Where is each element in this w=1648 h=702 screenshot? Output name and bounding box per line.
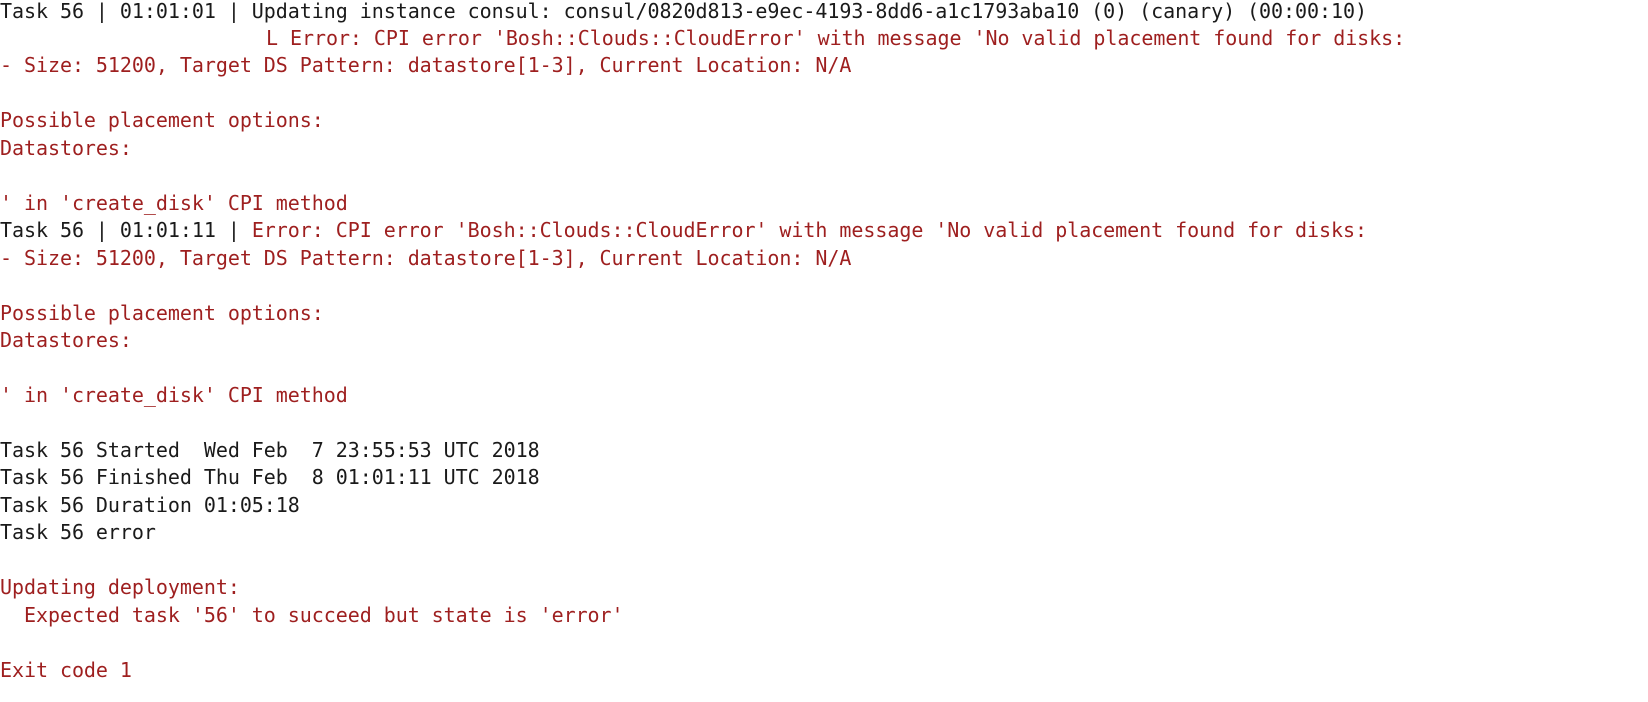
terminal-text: Task 56 | 01:01:11 | [0, 218, 252, 242]
terminal-line: Task 56 Finished Thu Feb 8 01:01:11 UTC … [0, 464, 540, 491]
terminal-text: Task 56 Duration 01:05:18 [0, 493, 300, 517]
terminal-line: Exit code 1 [0, 657, 132, 684]
terminal-error-text: L Error: CPI error 'Bosh::Clouds::CloudE… [266, 26, 1406, 50]
terminal-error-text: Updating deployment: [0, 575, 240, 599]
terminal-error-text: ' in 'create_disk' CPI method [0, 191, 348, 215]
terminal-line: Task 56 | 01:01:01 | Updating instance c… [0, 0, 1367, 25]
terminal-line: Datastores: [0, 327, 132, 354]
terminal-line: Datastores: [0, 135, 132, 162]
terminal-line: Task 56 Started Wed Feb 7 23:55:53 UTC 2… [0, 437, 540, 464]
terminal-line: Task 56 Duration 01:05:18 [0, 492, 300, 519]
terminal-text: Task 56 error [0, 520, 156, 544]
terminal-line: Task 56 error [0, 519, 156, 546]
terminal-error-text: Error: CPI error 'Bosh::Clouds::CloudErr… [251, 218, 1367, 242]
terminal-error-text: - Size: 51200, Target DS Pattern: datast… [0, 53, 852, 77]
terminal-error-text: Datastores: [0, 136, 132, 160]
terminal-line: Possible placement options: [0, 107, 324, 134]
terminal-error-text: Expected task '56' to succeed but state … [0, 603, 624, 627]
terminal-line: L Error: CPI error 'Bosh::Clouds::CloudE… [266, 25, 1405, 52]
terminal-line: Expected task '56' to succeed but state … [0, 602, 624, 629]
terminal-text: Task 56 Started Wed Feb 7 23:55:53 UTC 2… [0, 438, 540, 462]
terminal-error-text: Possible placement options: [0, 301, 324, 325]
terminal-line: Possible placement options: [0, 300, 324, 327]
terminal-line: ' in 'create_disk' CPI method [0, 382, 348, 409]
terminal-line: Task 56 | 01:01:11 | Error: CPI error 'B… [0, 217, 1367, 244]
terminal-text: Task 56 | 01:01:01 | Updating instance c… [0, 0, 1367, 23]
terminal-error-text: ' in 'create_disk' CPI method [0, 383, 348, 407]
terminal-text: Task 56 Finished Thu Feb 8 01:01:11 UTC … [0, 465, 540, 489]
terminal-error-text: Possible placement options: [0, 108, 324, 132]
terminal-error-text: - Size: 51200, Target DS Pattern: datast… [0, 246, 852, 270]
terminal-line: - Size: 51200, Target DS Pattern: datast… [0, 52, 851, 79]
terminal-error-text: Exit code 1 [0, 658, 132, 682]
terminal-error-text: Datastores: [0, 328, 132, 352]
terminal-line: Updating deployment: [0, 574, 240, 601]
terminal-line: ' in 'create_disk' CPI method [0, 190, 348, 217]
terminal-line: - Size: 51200, Target DS Pattern: datast… [0, 245, 851, 272]
terminal-output-pane[interactable]: Task 56 | 01:01:01 | Updating instance c… [0, 0, 1648, 702]
